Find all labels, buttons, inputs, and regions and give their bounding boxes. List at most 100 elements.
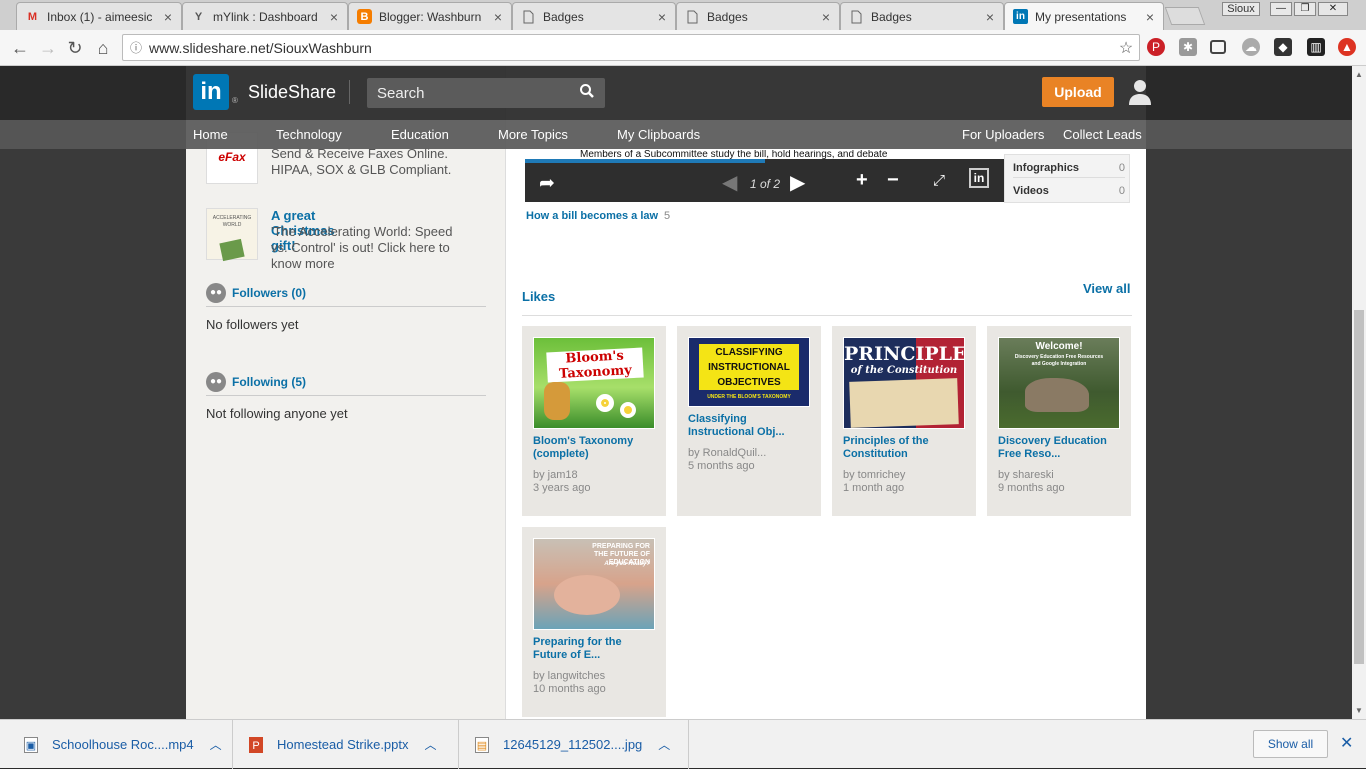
close-icon[interactable]: × xyxy=(655,9,669,25)
nav-home[interactable]: Home xyxy=(193,127,228,142)
close-icon[interactable]: ✕ xyxy=(1340,733,1353,753)
close-icon[interactable]: × xyxy=(983,9,997,25)
download-filename[interactable]: Schoolhouse Roc....mp4 xyxy=(52,737,194,752)
following-link[interactable]: Following (5) xyxy=(232,375,306,389)
bookmark-star-icon[interactable]: ☆ xyxy=(1113,38,1139,58)
like-card[interactable]: Welcome! Discovery Education Free Resour… xyxy=(987,326,1131,516)
pinterest-icon[interactable]: P xyxy=(1147,38,1165,56)
page-info-icon[interactable]: ⓘ xyxy=(123,39,149,56)
chevron-up-icon[interactable]: ︿ xyxy=(658,736,670,753)
presentation-link[interactable]: How a bill becomes a law 5 xyxy=(526,210,670,222)
nav-collect-leads[interactable]: Collect Leads xyxy=(1063,127,1142,142)
like-author[interactable]: by langwitches xyxy=(533,670,605,682)
followers-heading: ●● Followers (0) xyxy=(206,283,486,307)
upload-button[interactable]: Upload xyxy=(1042,77,1114,107)
tab-badges-2[interactable]: Badges × xyxy=(676,2,840,30)
url-text[interactable]: www.slideshare.net/SiouxWashburn xyxy=(149,40,1113,56)
like-card[interactable]: Bloom's Taxonomy Bloom's Taxonomy (compl… xyxy=(522,326,666,516)
slide-thumbnail[interactable]: Bloom's Taxonomy xyxy=(533,337,655,429)
close-icon[interactable]: × xyxy=(819,9,833,25)
new-tab-button[interactable] xyxy=(1164,7,1206,25)
scrollbar-thumb[interactable] xyxy=(1354,310,1364,664)
reload-icon[interactable]: ↻ xyxy=(63,36,87,60)
extension-up-icon[interactable]: ▲ xyxy=(1338,38,1356,56)
close-icon[interactable]: × xyxy=(491,9,505,25)
zoom-out-icon[interactable]: − xyxy=(887,169,899,192)
nav-education[interactable]: Education xyxy=(391,127,449,142)
tab-badges-3[interactable]: Badges × xyxy=(840,2,1004,30)
tab-mylink[interactable]: Y mYlink : Dashboard × xyxy=(182,2,348,30)
zoom-in-icon[interactable]: + xyxy=(856,169,868,192)
like-author[interactable]: by tomrichey xyxy=(843,469,905,481)
close-icon[interactable]: × xyxy=(327,9,341,25)
doc-type-videos[interactable]: Videos 0 xyxy=(1013,181,1125,201)
page-scrollbar[interactable]: ▲ ▼ xyxy=(1352,66,1366,719)
back-icon[interactable]: ← xyxy=(8,36,32,60)
doc-type-infographics[interactable]: Infographics 0 xyxy=(1013,158,1125,178)
chevron-up-icon[interactable]: ︿ xyxy=(425,736,437,753)
next-slide-icon[interactable]: ▶ xyxy=(790,170,805,195)
extension-bars-icon[interactable]: ▥ xyxy=(1307,38,1325,56)
download-filename[interactable]: Homestead Strike.pptx xyxy=(277,737,409,752)
nav-my-clipboards[interactable]: My Clipboards xyxy=(617,127,700,142)
previous-slide-icon[interactable]: ◀ xyxy=(722,170,737,195)
cast-icon[interactable] xyxy=(1210,40,1226,54)
like-title[interactable]: Classifying Instructional Obj... xyxy=(688,413,812,439)
like-title[interactable]: Principles of the Constitution xyxy=(843,435,967,461)
nav-more-topics[interactable]: More Topics xyxy=(498,127,568,142)
view-all-link[interactable]: View all xyxy=(1083,281,1130,296)
slideshare-brand[interactable]: SlideShare xyxy=(248,82,336,103)
download-item[interactable]: P Homestead Strike.pptx ︿ xyxy=(233,720,459,769)
like-card[interactable]: PREPARING FOR THE FUTURE OF EDUCATION Ar… xyxy=(522,527,666,717)
chevron-up-icon[interactable]: ︿ xyxy=(210,736,222,753)
book-cover-image: ACCELERATING WORLD xyxy=(206,208,258,262)
cloud-icon[interactable]: ☁ xyxy=(1242,38,1260,56)
nav-technology[interactable]: Technology xyxy=(276,127,342,142)
like-author[interactable]: by shareski xyxy=(998,469,1054,481)
followers-link[interactable]: Followers (0) xyxy=(232,286,306,300)
slide-thumbnail[interactable]: PREPARING FOR THE FUTURE OF EDUCATION Ar… xyxy=(533,538,655,630)
like-card[interactable]: CLASSIFYING INSTRUCTIONAL OBJECTIVES UND… xyxy=(677,326,821,516)
tab-gmail[interactable]: M Inbox (1) - aimeesic × xyxy=(16,2,182,30)
scroll-down-icon[interactable]: ▼ xyxy=(1355,706,1363,715)
tab-badges-1[interactable]: Badges × xyxy=(512,2,676,30)
show-all-downloads-button[interactable]: Show all xyxy=(1253,730,1328,758)
search-icon[interactable] xyxy=(579,83,597,101)
slide-thumbnail[interactable]: Welcome! Discovery Education Free Resour… xyxy=(998,337,1120,429)
tab-my-presentations[interactable]: in My presentations × xyxy=(1004,2,1164,30)
search-box[interactable]: Search xyxy=(367,78,605,108)
tab-label: Badges xyxy=(871,9,912,24)
tab-blogger[interactable]: B Blogger: Washburn × xyxy=(348,2,512,30)
download-item[interactable]: ▣ Schoolhouse Roc....mp4 ︿ xyxy=(0,720,233,769)
linkedin-logo[interactable]: in xyxy=(193,74,229,110)
like-title[interactable]: Preparing for the Future of E... xyxy=(533,636,657,662)
extension-gear-icon[interactable]: ✱ xyxy=(1179,38,1197,56)
like-title[interactable]: Bloom's Taxonomy (complete) xyxy=(533,435,657,461)
home-icon[interactable]: ⌂ xyxy=(91,36,115,60)
like-author[interactable]: by RonaldQuil... xyxy=(688,447,766,459)
slide-thumbnail[interactable]: PRINCIPLES of the Constitution xyxy=(843,337,965,429)
close-icon[interactable]: × xyxy=(161,9,175,25)
profile-button[interactable]: Sioux xyxy=(1222,2,1260,16)
share-icon[interactable]: ➦ xyxy=(539,172,555,195)
like-title[interactable]: Discovery Education Free Reso... xyxy=(998,435,1122,461)
scroll-up-icon[interactable]: ▲ xyxy=(1355,70,1363,79)
omnibox[interactable]: ⓘ www.slideshare.net/SiouxWashburn ☆ xyxy=(122,34,1140,61)
slide-thumbnail[interactable]: CLASSIFYING INSTRUCTIONAL OBJECTIVES UND… xyxy=(688,337,810,407)
download-filename[interactable]: 12645129_112502....jpg xyxy=(503,737,642,752)
like-author[interactable]: by jam18 xyxy=(533,469,578,481)
extension-icon[interactable]: ◆ xyxy=(1274,38,1292,56)
forward-icon[interactable]: → xyxy=(36,36,60,60)
slide-player[interactable]: Members of a Subcommittee study the bill… xyxy=(525,150,1004,202)
nav-for-uploaders[interactable]: For Uploaders xyxy=(962,127,1044,142)
like-card[interactable]: PRINCIPLES of the Constitution Principle… xyxy=(832,326,976,516)
user-avatar-icon[interactable] xyxy=(1128,78,1152,106)
close-window-icon[interactable]: ✕ xyxy=(1318,2,1348,16)
close-icon[interactable]: × xyxy=(1143,9,1157,25)
search-input[interactable]: Search xyxy=(377,85,425,102)
download-item[interactable]: ▤ 12645129_112502....jpg ︿ xyxy=(459,720,689,769)
restore-icon[interactable]: ❐ xyxy=(1294,2,1316,16)
fullscreen-icon[interactable]: ⤢ xyxy=(933,172,945,189)
minimize-icon[interactable]: — xyxy=(1270,2,1292,16)
linkedin-icon[interactable]: in xyxy=(969,168,989,188)
